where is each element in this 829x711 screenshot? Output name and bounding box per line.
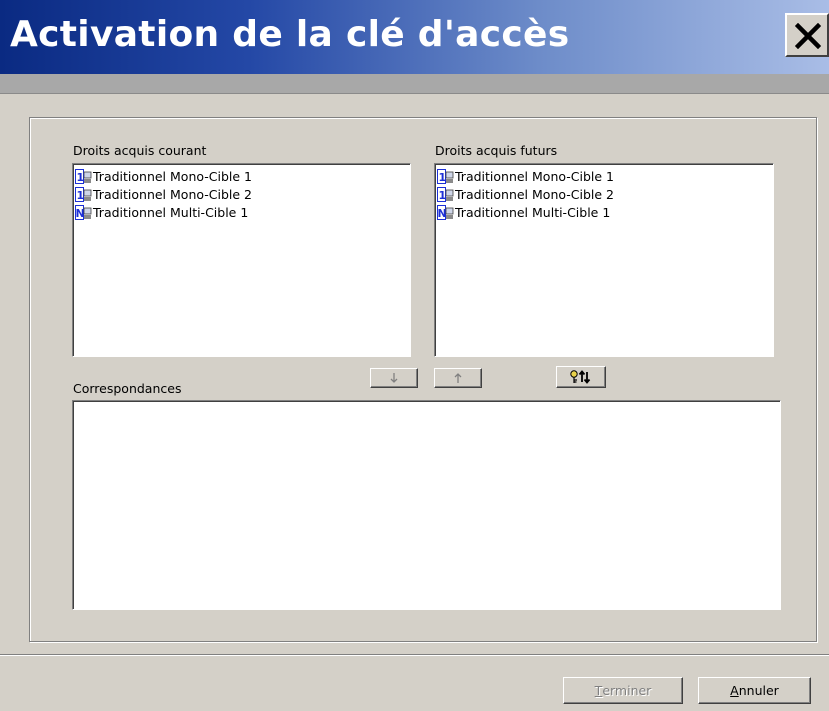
list-item[interactable]: N Traditionnel Multi-Cible 1	[437, 203, 610, 221]
header-strip	[0, 74, 829, 94]
close-icon	[795, 23, 821, 49]
list-item-label: Traditionnel Multi-Cible 1	[455, 204, 611, 220]
close-button[interactable]	[785, 13, 829, 57]
list-item-label: Traditionnel Mono-Cible 1	[455, 168, 614, 184]
list-item-label: Traditionnel Mono-Cible 1	[93, 168, 252, 184]
finish-button[interactable]: Terminer	[563, 677, 683, 704]
move-down-button[interactable]	[370, 368, 418, 388]
current-rights-label: Droits acquis courant	[73, 143, 207, 158]
list-item[interactable]: 1 Traditionnel Mono-Cible 2	[437, 185, 614, 203]
mono-target-icon: 1	[75, 186, 92, 202]
svg-text:1: 1	[439, 171, 447, 184]
list-item[interactable]: 1 Traditionnel Mono-Cible 1	[437, 167, 614, 185]
finish-mnemonic: T	[594, 683, 603, 698]
finish-label: erminer	[602, 683, 652, 698]
multi-target-icon: N	[437, 204, 454, 220]
multi-target-icon: N	[75, 204, 92, 220]
svg-text:N: N	[76, 207, 85, 220]
cancel-button[interactable]: Annuler	[698, 677, 811, 704]
future-rights-label: Droits acquis futurs	[435, 143, 558, 158]
mono-target-icon: 1	[75, 168, 92, 184]
list-item[interactable]: 1 Traditionnel Mono-Cible 2	[75, 185, 252, 203]
current-rights-list[interactable]: 1 Traditionnel Mono-Cible 1 1 Traditionn…	[72, 163, 411, 357]
arrow-down-icon	[390, 373, 398, 383]
svg-text:1: 1	[77, 189, 85, 202]
mono-target-icon: 1	[437, 168, 454, 184]
cancel-mnemonic: A	[730, 683, 739, 698]
arrow-up-icon	[454, 373, 462, 383]
list-item[interactable]: 1 Traditionnel Mono-Cible 1	[75, 167, 252, 185]
list-item-label: Traditionnel Multi-Cible 1	[93, 204, 249, 220]
list-item-label: Traditionnel Mono-Cible 2	[455, 186, 614, 202]
future-rights-list[interactable]: 1 Traditionnel Mono-Cible 1 1 Traditionn…	[434, 163, 774, 357]
cancel-label: nnuler	[738, 683, 779, 698]
svg-text:1: 1	[439, 189, 447, 202]
list-item-label: Traditionnel Mono-Cible 2	[93, 186, 252, 202]
key-swap-icon	[570, 370, 591, 384]
list-item[interactable]: N Traditionnel Multi-Cible 1	[75, 203, 248, 221]
title-bar: Activation de la clé d'accès	[0, 0, 829, 74]
mappings-label: Correspondances	[73, 381, 182, 396]
bottom-separator	[0, 654, 829, 656]
svg-text:1: 1	[77, 171, 85, 184]
move-up-button[interactable]	[434, 368, 482, 388]
mappings-list[interactable]	[72, 400, 781, 610]
mono-target-icon: 1	[437, 186, 454, 202]
svg-text:N: N	[438, 207, 447, 220]
auto-map-button[interactable]	[556, 366, 606, 388]
window-title: Activation de la clé d'accès	[10, 14, 570, 55]
